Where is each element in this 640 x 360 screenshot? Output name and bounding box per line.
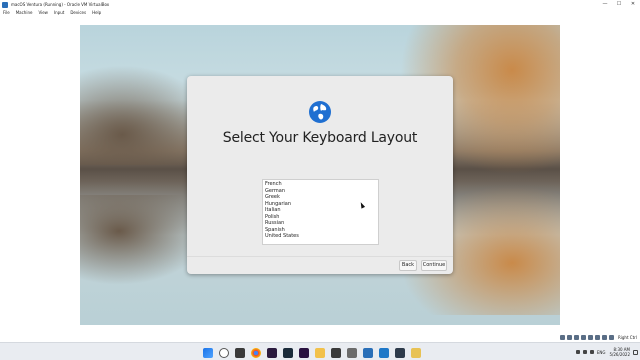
dialog-divider xyxy=(187,256,453,257)
menu-view[interactable]: View xyxy=(38,10,48,15)
media-encoder-icon[interactable] xyxy=(283,347,293,358)
page-title: Select Your Keyboard Layout xyxy=(222,130,418,146)
globe-icon xyxy=(309,101,331,123)
host-key-label: Right Ctrl xyxy=(618,334,637,340)
settings-icon[interactable] xyxy=(395,347,405,358)
clock-date: 5/26/2022 xyxy=(609,352,630,357)
wifi-icon[interactable] xyxy=(582,350,587,354)
virtualbox-icon[interactable] xyxy=(363,347,373,358)
premiere-icon[interactable] xyxy=(299,347,309,358)
maximize-button[interactable]: ☐ xyxy=(612,0,626,9)
keyboard-layout-dialog: Select Your Keyboard Layout French Germa… xyxy=(187,76,453,274)
menu-file[interactable]: File xyxy=(3,10,10,15)
window-titlebar: macOS Ventura (Running) - Oracle VM Virt… xyxy=(0,0,640,9)
vm-status-bar: Right Ctrl xyxy=(560,333,637,341)
search-icon[interactable] xyxy=(219,347,229,358)
edge-icon[interactable] xyxy=(331,347,341,358)
chevron-up-icon[interactable] xyxy=(575,350,580,354)
taskbar: ENG 8:30 AM 5/26/2022 xyxy=(0,342,640,360)
keyboard-layout-list[interactable]: French German Greek Hungarian Italian Po… xyxy=(262,179,379,245)
language-indicator[interactable]: ENG xyxy=(597,350,606,355)
system-tray: ENG 8:30 AM 5/26/2022 xyxy=(575,345,638,359)
display-status-icon[interactable] xyxy=(595,334,600,340)
notification-icon[interactable] xyxy=(633,349,638,355)
back-button[interactable]: Back xyxy=(399,260,417,271)
window-title: macOS Ventura (Running) - Oracle VM Virt… xyxy=(11,2,110,7)
recording-status-icon[interactable] xyxy=(602,334,607,340)
usb-status-icon[interactable] xyxy=(574,334,579,340)
menubar: File Machine View Input Devices Help xyxy=(0,9,640,16)
keyboard-status-icon[interactable] xyxy=(609,334,614,340)
close-button[interactable]: ✕ xyxy=(626,0,640,9)
taskbar-apps xyxy=(203,347,427,358)
ps-icon[interactable] xyxy=(267,347,277,358)
list-item[interactable]: United States xyxy=(265,233,376,240)
menu-help[interactable]: Help xyxy=(92,10,101,15)
clock[interactable]: 8:30 AM 5/26/2022 xyxy=(609,347,630,357)
folder-icon[interactable] xyxy=(411,347,421,358)
minimize-button[interactable]: — xyxy=(598,0,612,9)
vscode-icon[interactable] xyxy=(379,347,389,358)
chrome-icon[interactable] xyxy=(251,347,261,358)
network-status-icon[interactable] xyxy=(581,334,586,340)
continue-button[interactable]: Continue xyxy=(421,260,447,271)
optical-status-icon[interactable] xyxy=(567,334,572,340)
menu-machine[interactable]: Machine xyxy=(16,10,33,15)
task-view-icon[interactable] xyxy=(235,347,245,358)
virtualbox-app-icon xyxy=(2,1,8,8)
windows-start-icon[interactable] xyxy=(203,347,213,358)
menu-input[interactable]: Input xyxy=(54,10,64,15)
powershell-icon[interactable] xyxy=(347,347,357,358)
hdd-status-icon[interactable] xyxy=(560,334,565,340)
shared-folder-status-icon[interactable] xyxy=(588,334,593,340)
speaker-icon[interactable] xyxy=(589,350,594,354)
menu-devices[interactable]: Devices xyxy=(70,10,86,15)
guest-screen[interactable]: Select Your Keyboard Layout French Germa… xyxy=(80,25,560,325)
file-explorer-icon[interactable] xyxy=(315,347,325,358)
window-controls: — ☐ ✕ xyxy=(598,0,640,9)
